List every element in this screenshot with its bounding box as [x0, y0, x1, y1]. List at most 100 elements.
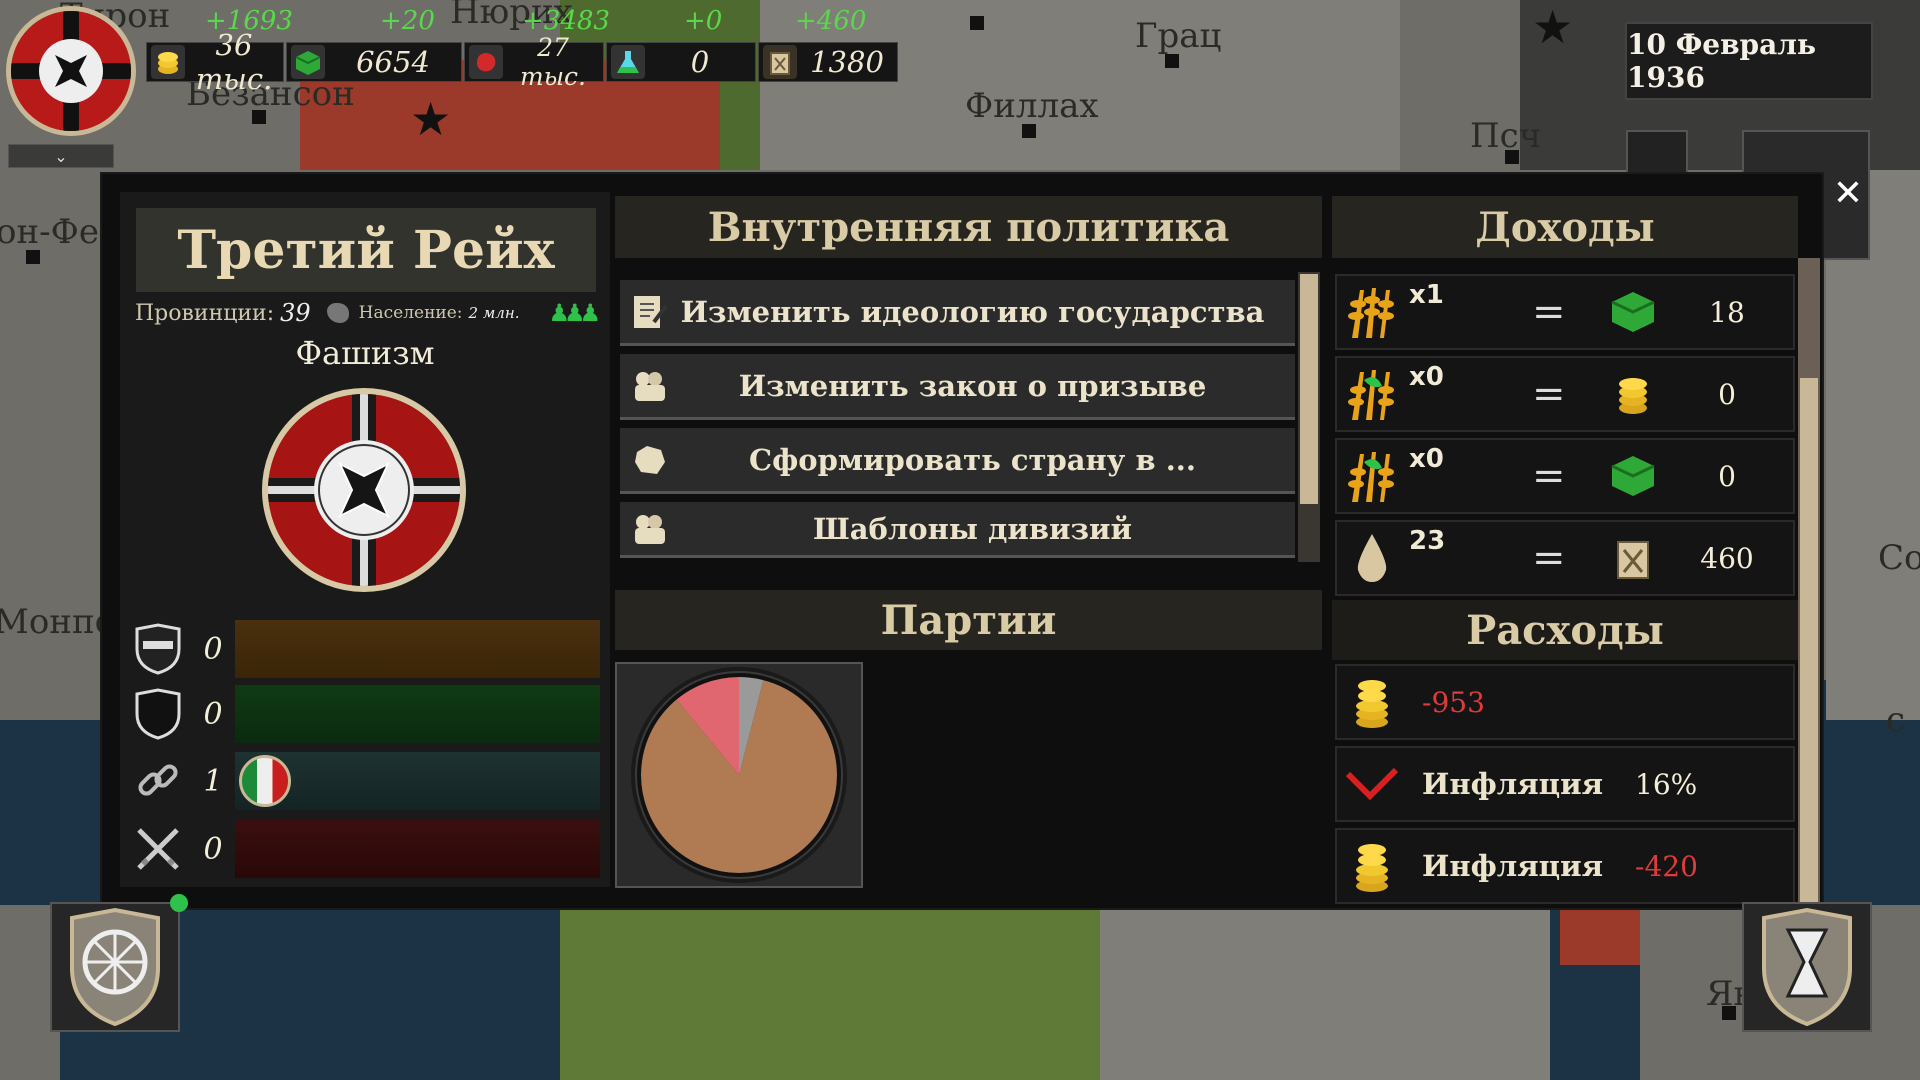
- film-icon[interactable]: [1626, 130, 1688, 174]
- provinces-value: 39: [280, 299, 311, 327]
- button-label: Изменить идеологию государства: [680, 294, 1265, 329]
- wheat-icon: [1337, 277, 1407, 347]
- resource-food[interactable]: 27 тыс.: [464, 33, 604, 91]
- income-title: Доходы: [1332, 196, 1798, 258]
- income-row[interactable]: 23 = 460: [1335, 520, 1795, 596]
- resource-value: 27 тыс.: [519, 33, 586, 91]
- close-icon[interactable]: ✕: [1830, 176, 1866, 212]
- population-value: 2 млн.: [468, 304, 520, 322]
- game-date[interactable]: 10 Февраль 1936: [1625, 22, 1873, 100]
- provinces-label: Провинции:: [135, 300, 275, 326]
- relation-row[interactable]: 1: [125, 750, 600, 812]
- parties-pie-chart[interactable]: [615, 662, 863, 888]
- green-goods-icon: [1609, 288, 1657, 336]
- city-marker[interactable]: [970, 16, 984, 30]
- gold-coins-icon: [1337, 667, 1407, 737]
- resource-value: 1380: [810, 45, 884, 79]
- wheat-leaf-icon: [1337, 359, 1407, 429]
- population-icon: [326, 303, 349, 323]
- income-row[interactable]: x0 = 0: [1335, 356, 1795, 432]
- resource-value: 36 тыс.: [195, 28, 273, 96]
- city-marker[interactable]: [1505, 150, 1519, 164]
- income-result: 0: [1718, 459, 1736, 493]
- hourglass-button[interactable]: [1742, 902, 1872, 1032]
- masked-shield-icon: [125, 618, 191, 680]
- country-name: Третий Рейх: [136, 208, 596, 292]
- population-label: Население:: [358, 303, 463, 323]
- relation-count: 0: [203, 696, 223, 732]
- income-multiplier: 23: [1409, 526, 1446, 556]
- relation-row[interactable]: 0: [125, 818, 600, 880]
- division-templates-button[interactable]: Шаблоны дивизий: [620, 502, 1295, 558]
- resource-delta: +0: [684, 6, 723, 36]
- income-result: 460: [1700, 541, 1754, 575]
- income-row[interactable]: x0 = 0: [1335, 438, 1795, 514]
- change-ideology-button[interactable]: Изменить идеологию государства: [620, 280, 1295, 346]
- resource-delta: +20: [380, 6, 435, 36]
- button-label: Сформировать страну в ...: [749, 442, 1196, 477]
- equals-icon: =: [1532, 453, 1566, 499]
- parties-title: Партии: [615, 590, 1322, 650]
- change-conscription-button[interactable]: Изменить закон о призыве: [620, 354, 1295, 420]
- city-marker[interactable]: [1022, 124, 1036, 138]
- map-label: Грац: [1135, 16, 1222, 56]
- finance-scrollbar-thumb[interactable]: [1800, 378, 1818, 906]
- chain-link-icon: [125, 750, 191, 812]
- gold-coins-icon: [1337, 831, 1407, 901]
- city-marker[interactable]: [252, 110, 266, 124]
- income-row[interactable]: x1 = 18: [1335, 274, 1795, 350]
- chevron-down-icon[interactable]: ⌄: [8, 144, 114, 168]
- income-result: 18: [1709, 295, 1745, 329]
- expenses-title: Расходы: [1332, 600, 1798, 660]
- shield-icon: [125, 683, 191, 745]
- ally-flag-icon[interactable]: [239, 755, 291, 807]
- capital-star-icon[interactable]: ★: [410, 96, 451, 142]
- income-multiplier: x0: [1409, 444, 1444, 474]
- capital-star-icon[interactable]: ★: [1532, 4, 1573, 50]
- red-meat-icon: [469, 45, 503, 79]
- policy-scrollbar-thumb[interactable]: [1300, 274, 1318, 504]
- expense-row[interactable]: Инфляция 16%: [1335, 746, 1795, 822]
- relation-row[interactable]: 0: [125, 683, 600, 745]
- relation-count: 0: [203, 831, 223, 867]
- people-icon[interactable]: ♟♟♟: [548, 299, 600, 327]
- fuel-canister-icon: [763, 45, 797, 79]
- equals-icon: =: [1532, 289, 1566, 335]
- resource-goods[interactable]: 6654: [286, 42, 462, 82]
- city-marker[interactable]: [1722, 1006, 1736, 1020]
- expense-row[interactable]: -953: [1335, 664, 1795, 740]
- city-marker[interactable]: [26, 250, 40, 264]
- button-label: Шаблоны дивизий: [812, 511, 1133, 546]
- form-country-button[interactable]: Сформировать страну в ...: [620, 428, 1295, 494]
- relation-bar: [235, 685, 600, 743]
- wheel-shield-button[interactable]: [50, 894, 188, 1032]
- wheat-leaf-icon: [1337, 441, 1407, 511]
- income-multiplier: x0: [1409, 362, 1444, 392]
- gold-coins-icon: [151, 45, 185, 79]
- expense-value: -420: [1635, 849, 1698, 883]
- soldiers-icon: [620, 499, 680, 559]
- pie-chart-svg: [631, 667, 847, 883]
- resource-gold[interactable]: 36 тыс.: [146, 28, 284, 96]
- relation-row[interactable]: 0: [125, 618, 600, 680]
- city-marker[interactable]: [1165, 54, 1179, 68]
- equals-icon: =: [1532, 371, 1566, 417]
- expense-value: -953: [1422, 685, 1485, 719]
- expense-row[interactable]: Инфляция -420: [1335, 828, 1795, 904]
- science-flask-icon: [611, 45, 645, 79]
- equals-icon: =: [1532, 535, 1566, 581]
- ideology-label[interactable]: Фашизм: [120, 334, 610, 372]
- crossed-swords-icon: [125, 818, 191, 880]
- income-result: 0: [1718, 377, 1736, 411]
- resource-value: 0: [690, 45, 710, 79]
- ideology-emblem-icon[interactable]: [262, 388, 466, 592]
- resource-delta: +3483: [522, 6, 610, 36]
- expense-label: Инфляция: [1422, 849, 1604, 883]
- expense-value: 16%: [1635, 767, 1698, 801]
- territory-icon: [620, 430, 680, 490]
- map-label: Со: [1878, 538, 1920, 578]
- resource-fuel[interactable]: 1380: [758, 42, 898, 82]
- country-flag-button[interactable]: [6, 6, 136, 136]
- document-edit-icon: [620, 282, 680, 342]
- resource-science[interactable]: 0: [606, 42, 756, 82]
